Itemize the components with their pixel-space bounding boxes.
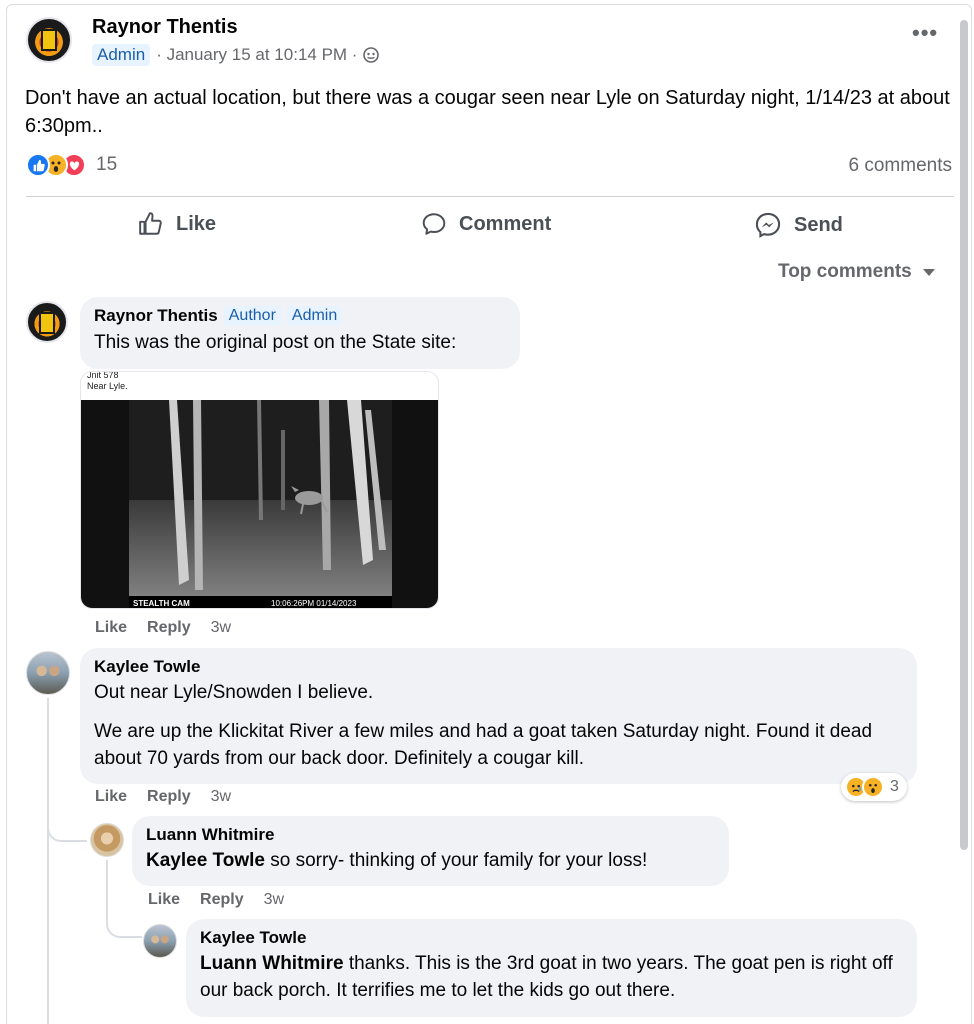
comment-actions: Like Reply 3w: [95, 619, 231, 637]
sort-comments-dropdown[interactable]: Top comments: [778, 261, 936, 283]
commenter-name[interactable]: Luann Whitmire: [146, 825, 715, 845]
reply-bubble: Kaylee Towle Luann Whitmire thanks. This…: [186, 919, 917, 1017]
post-author-name[interactable]: Raynor Thentis: [92, 16, 238, 39]
cam-timestamp: 10:06:26PM 01/14/2023: [271, 599, 357, 608]
post-body-text: Don't have an actual location, but there…: [25, 87, 950, 137]
like-label: Like: [176, 212, 217, 235]
comment-reactions[interactable]: 3: [841, 773, 907, 801]
commenter-name[interactable]: Kaylee Towle: [200, 928, 903, 948]
commenter-name[interactable]: Kaylee Towle: [94, 657, 903, 677]
comment-reply-link[interactable]: Reply: [147, 788, 191, 806]
comment-text-body: so sorry- thinking of your family for yo…: [264, 850, 648, 871]
cam-brand: STEALTH CAM: [133, 599, 190, 608]
comment-like-link[interactable]: Like: [148, 891, 180, 909]
comment-text: Out near Lyle/Snowden I believe.: [94, 682, 374, 703]
admin-badge: Admin: [92, 44, 151, 66]
speech-bubble-icon: [422, 213, 446, 235]
reply-connector: [106, 908, 142, 938]
comment-reaction-count: 3: [890, 778, 899, 795]
mention-link[interactable]: Luann Whitmire: [200, 953, 344, 974]
comment-label: Comment: [459, 212, 552, 235]
divider: [26, 196, 954, 197]
comment-age[interactable]: 3w: [211, 788, 231, 806]
comment-bubble: Kaylee Towle Out near Lyle/Snowden I bel…: [80, 648, 917, 784]
thumbs-up-icon: [139, 212, 162, 235]
comment-like-link[interactable]: Like: [95, 788, 127, 806]
globe-icon: [363, 47, 380, 63]
send-label: Send: [794, 213, 843, 236]
author-badge: Author: [223, 306, 281, 326]
comment-text: We are up the Klickitat River a few mile…: [94, 721, 873, 769]
comment-text: Kaylee Towle so sorry- thinking of your …: [146, 847, 715, 874]
send-button[interactable]: Send: [754, 211, 843, 239]
comment-image[interactable]: Jnit 578 Near Lyle. STEALTH CAM 10:06:26…: [80, 371, 439, 609]
like-reaction-icon: [26, 153, 50, 177]
post-timestamp[interactable]: · January 15 at 10:14 PM ·: [156, 45, 357, 65]
comment-reply-link[interactable]: Reply: [147, 619, 191, 637]
comment-text: This was the original post on the State …: [94, 332, 457, 353]
like-button[interactable]: Like: [138, 211, 216, 237]
image-caption: Near Lyle.: [87, 381, 128, 391]
admin-badge: Admin: [286, 306, 343, 326]
comments-count[interactable]: 6 comments: [849, 155, 952, 177]
reaction-count: 15: [96, 154, 118, 175]
author-avatar[interactable]: [26, 17, 72, 63]
messenger-icon: [755, 212, 781, 238]
trailcam-photo: STEALTH CAM 10:06:26PM 01/14/2023: [81, 400, 438, 608]
commenter-avatar[interactable]: [90, 823, 124, 857]
caret-down-icon: [922, 269, 935, 276]
image-caption: Jnit 578: [87, 371, 119, 380]
mention-link[interactable]: Kaylee Towle: [146, 850, 265, 871]
comment-actions: Like Reply 3w: [148, 891, 284, 909]
reply-thread-line: [47, 698, 49, 1024]
post-meta-row: Admin · January 15 at 10:14 PM ·: [92, 44, 380, 66]
comment-age[interactable]: 3w: [211, 619, 231, 637]
commenter-avatar[interactable]: [143, 924, 177, 958]
sort-label: Top comments: [778, 261, 912, 282]
comment-actions: Like Reply 3w: [95, 788, 231, 806]
reply-connector: [47, 812, 87, 842]
wow-reaction-icon: [862, 776, 884, 798]
commenter-avatar[interactable]: [26, 651, 70, 695]
comment-text: Luann Whitmire thanks. This is the 3rd g…: [200, 950, 903, 1004]
reactions-summary[interactable]: 15: [26, 153, 117, 177]
commenter-name[interactable]: Raynor Thentis: [94, 306, 218, 326]
comment-age[interactable]: 3w: [264, 891, 284, 909]
reply-bubble: Luann Whitmire Kaylee Towle so sorry- th…: [132, 816, 729, 886]
commenter-avatar[interactable]: [26, 301, 68, 343]
comment-like-link[interactable]: Like: [95, 619, 127, 637]
scrollbar-thumb[interactable]: [960, 20, 968, 850]
comment-reply-link[interactable]: Reply: [200, 891, 244, 909]
more-options-icon[interactable]: •••: [912, 20, 938, 46]
comment-button[interactable]: Comment: [421, 211, 551, 237]
comment-bubble: Raynor Thentis Author Admin This was the…: [80, 297, 520, 369]
